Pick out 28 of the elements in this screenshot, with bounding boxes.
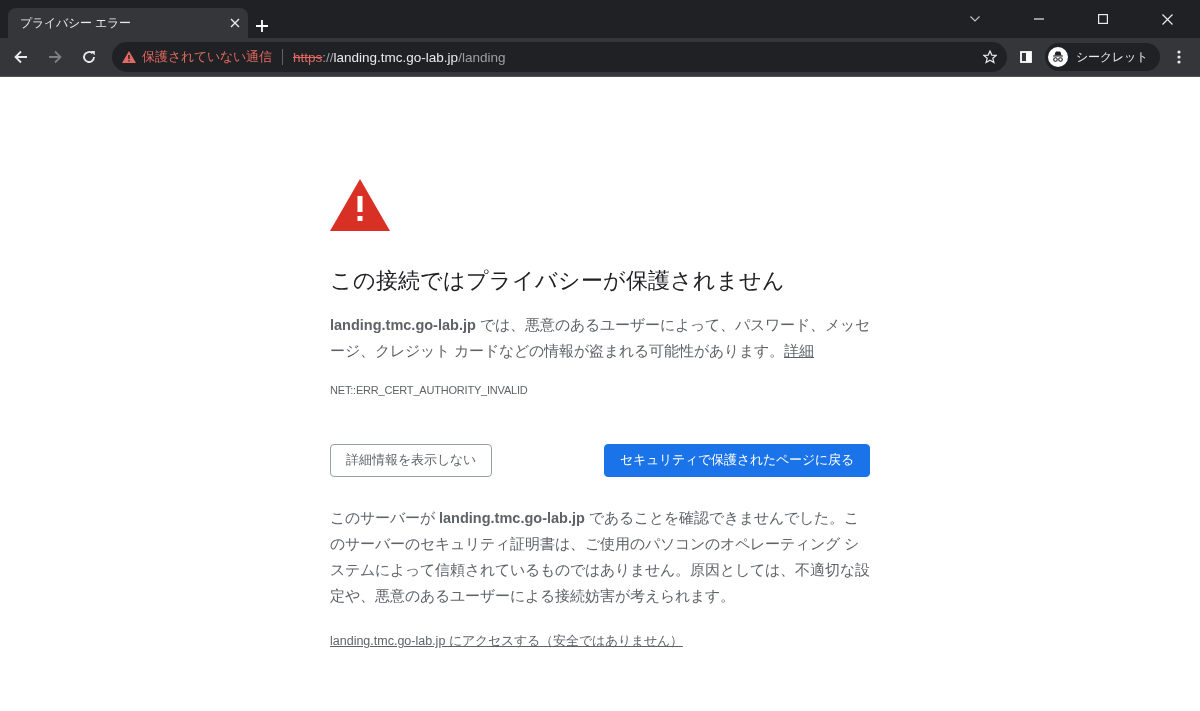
warning-text: landing.tmc.go-lab.jp では、悪意のあるユーザーによって、パスワード、メッセージ、クレジット カードなどの情報が盗まれる可能性があります。詳細 — [330, 316, 870, 361]
back-to-safety-button[interactable]: セキュリティで保護されたページに戻る — [604, 444, 870, 477]
hide-details-button[interactable]: 詳細情報を表示しない — [330, 444, 492, 477]
tab-search-chevron-icon[interactable] — [970, 16, 980, 22]
url-text: https://landing.tmc.go-lab.jp/landing — [293, 49, 506, 65]
explanation-text: このサーバーが landing.tmc.go-lab.jp であることを確認できませんでした。このサーバーのセキュリティ証明書は、ご使用のパソコンのオペレーティング システムによって信頼されているものではありません。原因としては、不適切な設定や、悪意のあるユーザーによる接続妨害が考えられます。 — [330, 509, 870, 606]
maximize-icon[interactable] — [1098, 14, 1108, 24]
reload-icon[interactable] — [82, 50, 96, 64]
warning-triangle-icon — [330, 179, 390, 231]
close-icon[interactable] — [1162, 13, 1173, 25]
tab-title: プライバシー エラー — [20, 14, 133, 32]
menu-icon[interactable] — [1177, 50, 1181, 64]
back-arrow-icon[interactable] — [14, 50, 28, 64]
proceed-link[interactable]: landing.tmc.go-lab.jp にアクセスする（安全ではありません） — [330, 633, 683, 650]
details-link[interactable]: 詳細 — [784, 343, 815, 359]
new-tab-icon[interactable] — [256, 20, 268, 32]
error-heading: この接続ではプライバシーが保護されません — [330, 267, 786, 295]
security-label[interactable]: 保護されていない通信 — [142, 48, 272, 66]
bookmark-star-icon[interactable] — [983, 50, 997, 64]
incognito-icon — [1048, 47, 1068, 67]
address-bar[interactable]: 保護されていない通信 https://landing.tmc.go-lab.jp/landing — [112, 42, 1007, 72]
warning-icon — [122, 51, 136, 63]
browser-tab[interactable]: プライバシー エラー — [8, 8, 248, 38]
forward-arrow-icon[interactable] — [48, 50, 62, 64]
incognito-profile-chip[interactable]: シークレット — [1045, 43, 1160, 71]
close-tab-icon[interactable] — [230, 18, 240, 28]
side-panel-icon[interactable] — [1020, 51, 1032, 63]
error-code: NET::ERR_CERT_AUTHORITY_INVALID — [330, 384, 529, 396]
